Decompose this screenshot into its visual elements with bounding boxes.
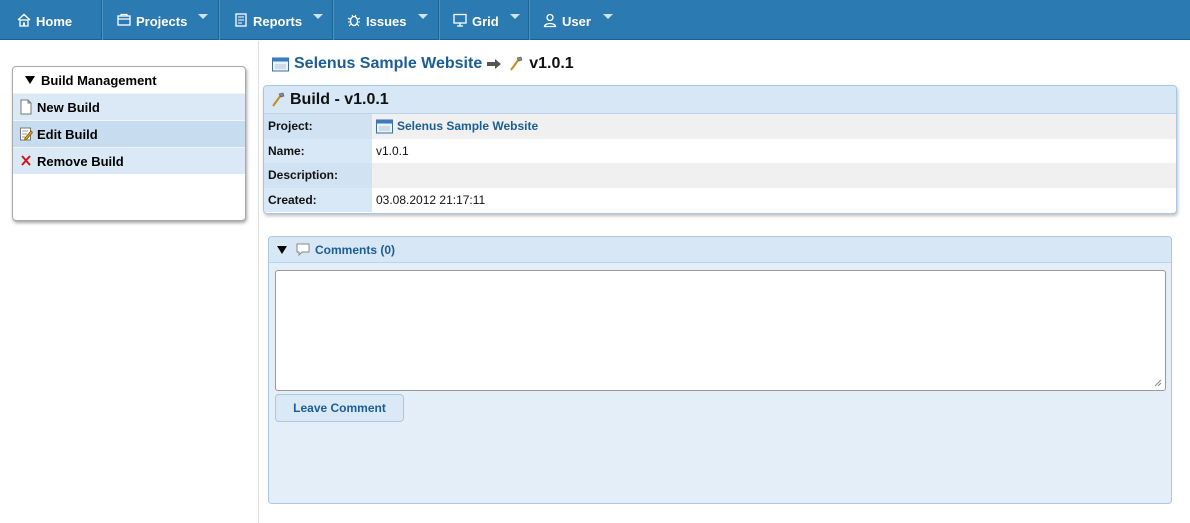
sidebar-item-label: Edit Build	[37, 126, 98, 142]
sidebar-item-remove-build[interactable]: Remove Build	[13, 147, 245, 174]
nav-separator	[218, 0, 219, 40]
edit-icon	[20, 127, 33, 141]
comment-bubble-icon	[296, 243, 310, 257]
breadcrumb: Selenus Sample Website v1.0.1	[272, 53, 574, 75]
nav-home-label: Home	[36, 13, 73, 29]
detail-label: Description:	[264, 163, 372, 188]
build-details-panel: Build - v1.0.1 Project: Selenus Sample W…	[263, 85, 1177, 214]
project-link[interactable]: Selenus Sample Website	[397, 119, 538, 133]
project-window-icon	[272, 57, 289, 71]
chevron-down-icon[interactable]	[510, 14, 520, 19]
comments-header[interactable]: Comments (0)	[269, 237, 1171, 263]
build-management-title: Build Management	[41, 72, 157, 88]
breadcrumb-current: v1.0.1	[529, 55, 574, 72]
bug-icon	[347, 14, 361, 27]
reports-icon	[235, 13, 247, 27]
nav-separator	[332, 0, 333, 40]
nav-separator	[101, 0, 102, 40]
chevron-down-icon[interactable]	[603, 14, 613, 19]
comment-textarea[interactable]	[275, 270, 1166, 391]
collapse-triangle-icon[interactable]	[277, 245, 287, 254]
build-management-menu: Build Management New Build Edit Build Re…	[12, 66, 246, 221]
user-icon	[543, 13, 557, 28]
project-window-icon	[376, 119, 393, 134]
home-icon	[17, 13, 31, 27]
chevron-down-icon[interactable]	[418, 14, 428, 19]
nav-separator	[528, 0, 529, 40]
chevron-down-icon[interactable]	[313, 14, 323, 19]
arrow-right-icon	[487, 59, 502, 69]
detail-row-name: Name: v1.0.1	[264, 138, 1176, 163]
collapse-triangle-icon[interactable]	[25, 76, 35, 84]
sidebar: Build Management New Build Edit Build Re…	[0, 41, 259, 523]
detail-value-created: 03.08.2012 21:17:11	[376, 192, 486, 207]
build-hammer-icon	[272, 92, 285, 107]
detail-value-project: Selenus Sample Website	[372, 119, 538, 134]
detail-row-project: Project: Selenus Sample Website	[264, 114, 1176, 139]
nav-grid-label: Grid	[472, 13, 499, 29]
nav-reports-label: Reports	[253, 13, 303, 29]
sidebar-item-label: Remove Build	[37, 153, 124, 169]
comments-title[interactable]: Comments (0)	[315, 243, 395, 257]
detail-label: Created:	[264, 187, 372, 212]
top-navigation-bar: Home Projects Reports Issues Grid User	[0, 0, 1190, 40]
document-icon	[20, 99, 32, 115]
nav-separator	[438, 0, 439, 40]
sidebar-item-edit-build[interactable]: Edit Build	[13, 120, 245, 147]
build-panel-title: Build - v1.0.1	[290, 90, 389, 108]
leave-comment-button[interactable]: Leave Comment	[275, 394, 404, 422]
nav-issues[interactable]: Issues	[346, 0, 406, 40]
nav-home[interactable]: Home	[16, 0, 72, 40]
detail-value-name: v1.0.1	[376, 143, 409, 158]
build-management-header[interactable]: Build Management	[13, 67, 245, 93]
nav-grid[interactable]: Grid	[452, 0, 499, 40]
projects-icon	[117, 13, 131, 26]
nav-user-label: User	[562, 13, 591, 29]
nav-projects[interactable]: Projects	[116, 0, 187, 40]
detail-label: Name:	[264, 138, 372, 163]
build-hammer-icon	[510, 56, 523, 71]
sidebar-item-new-build[interactable]: New Build	[13, 93, 245, 120]
breadcrumb-project-link[interactable]: Selenus Sample Website	[294, 55, 482, 73]
build-panel-header: Build - v1.0.1	[264, 86, 1176, 114]
nav-reports[interactable]: Reports	[233, 0, 302, 40]
resize-grip-icon[interactable]	[1152, 377, 1162, 387]
detail-row-created: Created: 03.08.2012 21:17:11	[264, 187, 1176, 212]
comments-panel: Comments (0) Leave Comment	[268, 236, 1172, 504]
remove-x-icon	[21, 155, 31, 166]
chevron-down-icon[interactable]	[198, 14, 208, 19]
nav-projects-label: Projects	[136, 13, 188, 29]
monitor-icon	[453, 13, 467, 27]
detail-label: Project:	[264, 114, 372, 139]
nav-issues-label: Issues	[366, 13, 407, 29]
sidebar-item-label: New Build	[37, 99, 100, 115]
detail-row-description: Description:	[264, 163, 1176, 188]
nav-user[interactable]: User	[542, 0, 591, 40]
